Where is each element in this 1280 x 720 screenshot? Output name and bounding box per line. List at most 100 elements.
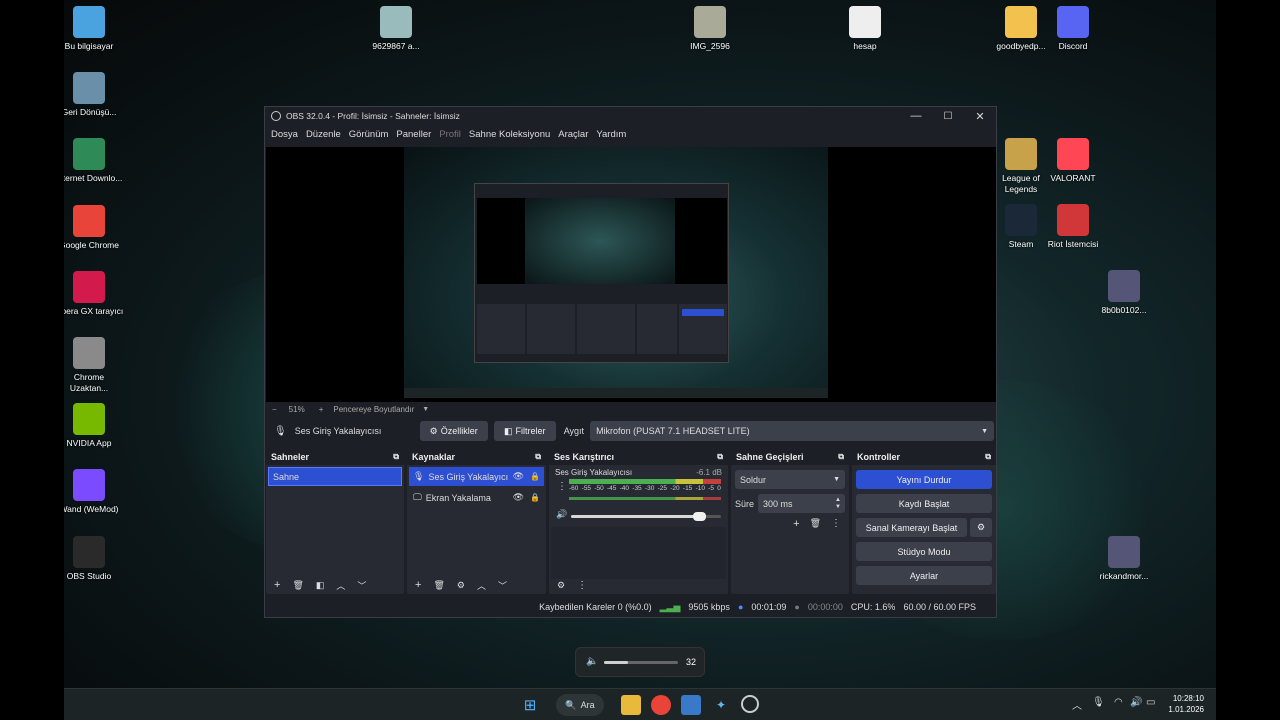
maximize-icon[interactable]: ☐ xyxy=(932,111,964,122)
mixer-channel-name: Ses Giriş Yakalayıcısı xyxy=(555,468,633,477)
clock[interactable]: 10:28:10 1.01.2026 xyxy=(1164,693,1204,715)
chrome-icon[interactable] xyxy=(651,695,671,715)
preview-canvas[interactable] xyxy=(266,147,996,402)
file-explorer-icon[interactable] xyxy=(621,695,641,715)
menu-item[interactable]: Araçlar xyxy=(558,129,588,140)
obs-taskbar-icon[interactable] xyxy=(741,695,759,713)
settings-button[interactable]: Ayarlar xyxy=(856,566,992,585)
move-up-icon[interactable]: ︿ xyxy=(336,579,345,592)
desktop-icon[interactable]: VALORANT xyxy=(1038,138,1108,184)
battery-icon[interactable]: ▭ xyxy=(1146,697,1155,708)
remove-source-icon[interactable]: 🗑 xyxy=(433,580,444,591)
desktop-icon[interactable]: Opera GX tarayıcı xyxy=(64,270,124,317)
source-item-audio[interactable]: 🎙 Ses Giriş Yakalayıcı 👁 🔒 xyxy=(409,467,544,486)
zoom-in-button[interactable]: + xyxy=(319,405,324,414)
scene-item[interactable]: Sahne xyxy=(268,467,402,486)
image-file-icon xyxy=(1108,270,1140,302)
desktop-icon[interactable]: Internet Downlo... xyxy=(64,138,124,184)
undock-icon[interactable]: ⧉ xyxy=(393,452,399,462)
eye-icon[interactable]: 👁 xyxy=(513,492,524,503)
mic-tray-icon[interactable]: 🎙 xyxy=(1092,697,1105,708)
source-properties-icon[interactable]: ⚙ xyxy=(457,580,465,591)
taskbar-search[interactable]: 🔍 Ara xyxy=(556,694,604,716)
device-select[interactable]: Mikrofon (PUSAT 7.1 HEADSET LITE) ▼ xyxy=(590,421,995,441)
desktop-icon[interactable]: Geri Dönüşü... xyxy=(64,72,124,118)
transition-options-icon[interactable]: ⋮ xyxy=(831,518,841,530)
desktop-icon[interactable]: Chrome Uzaktan... xyxy=(64,337,124,394)
remove-scene-icon[interactable]: 🗑 xyxy=(292,580,303,591)
start-recording-button[interactable]: Kaydı Başlat xyxy=(856,494,992,513)
menu-item[interactable]: Sahne Koleksiyonu xyxy=(469,129,550,140)
lock-icon[interactable]: 🔒 xyxy=(530,493,540,502)
add-source-icon[interactable]: + xyxy=(415,579,421,591)
start-virtual-camera-button[interactable]: Sanal Kamerayı Başlat xyxy=(856,518,967,537)
desktop-icon[interactable]: Bu bilgisayar xyxy=(64,6,124,52)
desktop-icon[interactable]: Wand (WeMod) xyxy=(64,469,124,515)
store-icon[interactable] xyxy=(681,695,701,715)
desktop-icon[interactable]: Google Chrome xyxy=(64,204,124,251)
filters-button[interactable]: ◧ Filtreler xyxy=(493,421,556,441)
desktop-icon[interactable]: 8b0b0102... xyxy=(1089,270,1159,316)
move-down-icon[interactable]: ﹀ xyxy=(498,579,507,592)
obs-window[interactable]: OBS 32.0.4 - Profil: İsimsiz - Sahneler:… xyxy=(264,106,997,618)
zoom-out-button[interactable]: − xyxy=(272,405,277,414)
chevron-down-icon[interactable]: ▼ xyxy=(422,406,429,413)
desktop-icon[interactable]: 9629867 a... xyxy=(361,6,431,52)
recycle-bin-icon xyxy=(73,72,105,105)
volume-slider-track[interactable] xyxy=(571,512,721,521)
move-up-icon[interactable]: ︿ xyxy=(477,579,486,592)
desktop-icon[interactable]: rickandmor... xyxy=(1089,536,1159,582)
desktop-icon[interactable]: NVIDIA App xyxy=(64,403,124,449)
scene-filters-icon[interactable]: ◧ xyxy=(316,580,325,591)
properties-button[interactable]: ⚙ Özellikler xyxy=(419,421,488,441)
desktop-icon[interactable]: Discord xyxy=(1038,6,1108,52)
add-transition-icon[interactable]: + xyxy=(793,518,799,530)
move-down-icon[interactable]: ﹀ xyxy=(357,579,366,592)
spin-arrows-icon[interactable]: ▲ ▼ xyxy=(835,497,841,511)
eye-icon[interactable]: 👁 xyxy=(513,471,524,482)
menu-item[interactable]: Paneller xyxy=(396,129,431,140)
menu-item[interactable]: Dosya xyxy=(271,129,298,140)
undock-icon[interactable]: ⧉ xyxy=(838,452,844,462)
menu-item[interactable]: Görünüm xyxy=(349,129,389,140)
wand-icon xyxy=(73,469,105,502)
osd-volume-track[interactable] xyxy=(604,661,678,664)
add-scene-icon[interactable]: + xyxy=(274,579,280,591)
mixer-menu-icon[interactable]: ⋮ xyxy=(557,481,567,492)
remove-transition-icon[interactable]: 🗑 xyxy=(810,518,821,530)
stream-live-icon: ● xyxy=(737,602,744,612)
desktop-icon[interactable]: IMG_2596 xyxy=(675,6,745,52)
close-icon[interactable]: ✕ xyxy=(964,110,996,123)
wifi-icon[interactable]: ◠ xyxy=(1114,697,1123,708)
network-app-icon[interactable]: ✦ xyxy=(711,695,731,715)
virtual-camera-settings-button[interactable]: ⚙ xyxy=(970,518,992,537)
duration-spinbox[interactable]: 300 ms ▲ ▼ xyxy=(758,494,845,513)
stop-streaming-button[interactable]: Yayını Durdur xyxy=(856,470,992,489)
mixer-options-icon[interactable]: ⋮ xyxy=(577,580,587,591)
undock-icon[interactable]: ⧉ xyxy=(985,452,991,462)
volume-slider-handle[interactable] xyxy=(692,512,706,521)
zoom-fit-label[interactable]: Pencereye Boyutlandır xyxy=(333,405,414,414)
start-icon[interactable]: ⊞ xyxy=(520,695,540,715)
speaker-icon[interactable]: 🔊 xyxy=(556,509,567,520)
signal-icon: ▂▃▅ xyxy=(659,601,681,612)
menu-item[interactable]: Yardım xyxy=(596,129,626,140)
minimize-icon[interactable]: — xyxy=(900,110,932,122)
tray-chevron-icon[interactable]: ︿ xyxy=(1072,697,1082,712)
undock-icon[interactable]: ⧉ xyxy=(717,452,723,462)
sources-dock: Kaynaklar ⧉ 🎙 Ses Giriş Yakalayıcı 👁 🔒 🖵 … xyxy=(407,449,546,594)
desktop-icon[interactable]: OBS Studio xyxy=(64,535,124,582)
scenes-dock: Sahneler ⧉ Sahne + 🗑 ◧ ︿ ﹀ xyxy=(266,449,404,594)
source-item-screen[interactable]: 🖵 Ekran Yakalama 👁 🔒 xyxy=(409,488,544,507)
lock-icon[interactable]: 🔒 xyxy=(530,472,540,481)
menu-item[interactable]: Profil xyxy=(439,129,461,140)
desktop-icon[interactable]: hesap xyxy=(830,6,900,52)
title-bar[interactable]: OBS 32.0.4 - Profil: İsimsiz - Sahneler:… xyxy=(265,107,996,125)
desktop-icon[interactable]: Riot İstemcisi xyxy=(1038,204,1108,250)
studio-mode-button[interactable]: Stüdyo Modu xyxy=(856,542,992,561)
advanced-audio-icon[interactable]: ⚙ xyxy=(557,580,565,591)
volume-tray-icon[interactable]: 🔊 xyxy=(1130,697,1142,708)
transition-select[interactable]: Soldur ▼ xyxy=(735,470,845,489)
menu-item[interactable]: Düzenle xyxy=(306,129,341,140)
undock-icon[interactable]: ⧉ xyxy=(535,452,541,462)
